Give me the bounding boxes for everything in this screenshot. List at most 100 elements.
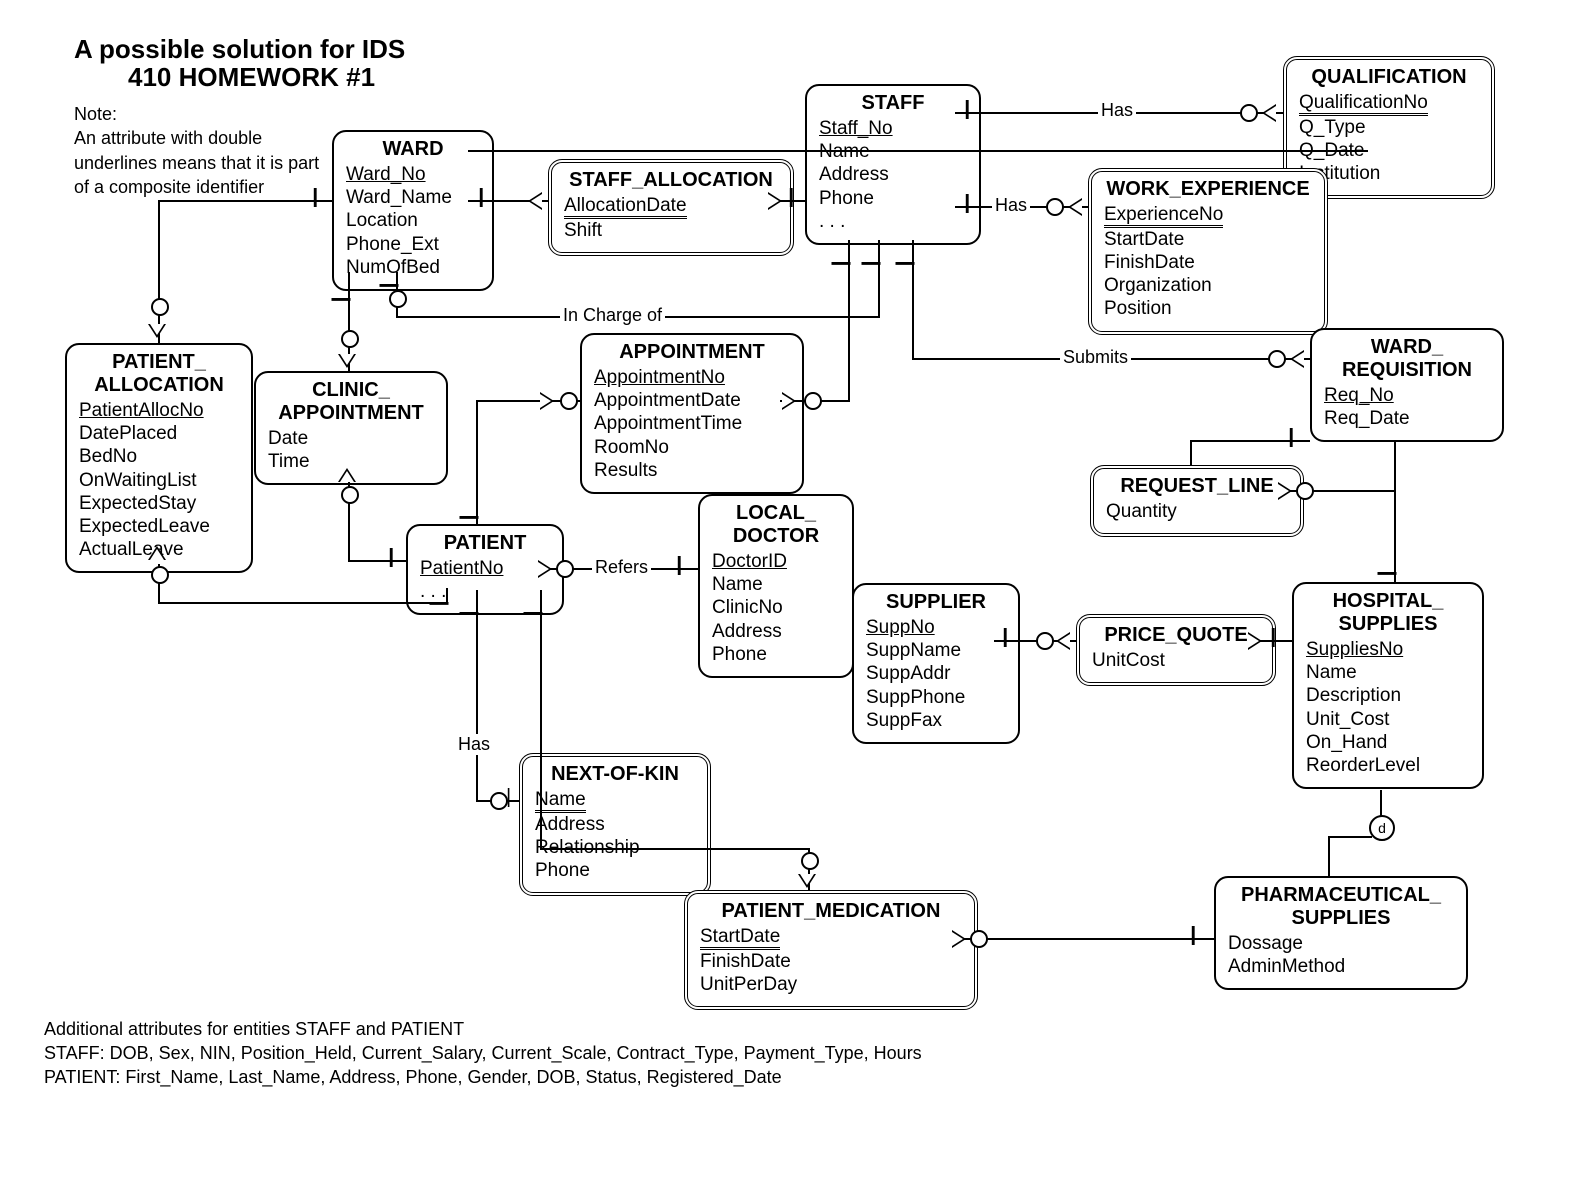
attribute: QualificationNo [1299, 91, 1479, 116]
attribute: Address [535, 813, 695, 836]
entity-appointment: APPOINTMENT AppointmentNoAppointmentDate… [580, 333, 804, 494]
attribute: ExpectedStay [79, 492, 239, 515]
attribute: ExpectedLeave [79, 515, 239, 538]
optional-icon [341, 486, 359, 504]
optional-icon [1046, 198, 1064, 216]
attribute: Dossage [1228, 932, 1454, 955]
attribute: Location [346, 209, 480, 232]
entity-title: WARD [346, 138, 480, 161]
entity-title: LOCAL_ DOCTOR [712, 502, 840, 548]
entity-attrs: DoctorIDNameClinicNoAddressPhone [712, 550, 840, 666]
crowfoot-icon [798, 874, 816, 888]
entity-ward: WARD Ward_NoWard_NameLocationPhone_ExtNu… [332, 130, 494, 291]
attribute: SuppNo [866, 616, 1006, 639]
entity-title: PATIENT_MEDICATION [700, 900, 962, 923]
footer-line-1: Additional attributes for entities STAFF… [44, 1016, 464, 1042]
rel-label-submits: Submits [1060, 347, 1131, 368]
attribute: StartDate [700, 925, 962, 950]
card-mark: || [860, 260, 883, 262]
card-mark: || [378, 282, 401, 284]
entity-attrs: Req_NoReq_Date [1324, 384, 1490, 430]
entity-attrs: ExperienceNoStartDateFinishDateOrganizat… [1104, 203, 1312, 321]
entity-patient-allocation: PATIENT_ ALLOCATION PatientAllocNoDatePl… [65, 343, 253, 573]
entity-staff: STAFF Staff_NoNameAddressPhone. . . [805, 84, 981, 245]
title-line-1: A possible solution for IDS [74, 34, 405, 65]
entity-title: PATIENT_ ALLOCATION [79, 351, 239, 397]
attribute: Position [1104, 297, 1312, 320]
attribute: BedNo [79, 445, 239, 468]
crowfoot-icon [1056, 632, 1070, 650]
attribute: UnitCost [1092, 649, 1260, 672]
entity-title: HOSPITAL_ SUPPLIES [1306, 590, 1470, 636]
card-mark: || [312, 186, 314, 209]
crowfoot-icon [1248, 632, 1262, 650]
attribute: Phone_Ext [346, 233, 480, 256]
entity-attrs: SuppliesNoNameDescriptionUnit_CostOn_Han… [1306, 638, 1470, 777]
attribute: Req_Date [1324, 407, 1490, 430]
attribute: Address [819, 163, 967, 186]
crowfoot-icon [1290, 350, 1304, 368]
optional-icon [801, 852, 819, 870]
entity-title: PATIENT [420, 532, 550, 555]
optional-icon [970, 930, 988, 948]
attribute: Ward_No [346, 163, 480, 186]
optional-icon [151, 298, 169, 316]
optional-icon [151, 566, 169, 584]
edge-req-line-h1 [1190, 440, 1310, 442]
attribute: Address [712, 620, 840, 643]
attribute: Phone [535, 859, 695, 882]
entity-attrs: UnitCost [1092, 649, 1260, 672]
entity-price-quote: PRICE_QUOTE UnitCost [1076, 614, 1276, 686]
edge-disj-pharm [1328, 836, 1330, 876]
attribute: PatientAllocNo [79, 399, 239, 422]
entity-title: QUALIFICATION [1299, 66, 1479, 89]
attribute: SuppliesNo [1306, 638, 1470, 661]
attribute: OnWaitingList [79, 469, 239, 492]
attribute: AppointmentNo [594, 366, 790, 389]
entity-title: WARD_ REQUISITION [1324, 336, 1490, 382]
card-mark: || [1002, 626, 1004, 649]
attribute: Name [535, 788, 695, 813]
attribute: Q_Type [1299, 116, 1479, 139]
card-mark: || [522, 610, 545, 612]
card-mark: || [428, 600, 451, 602]
attribute: Ward_Name [346, 186, 480, 209]
edge-patalloc-patient-h [158, 602, 448, 604]
entity-supplier: SUPPLIER SuppNoSuppNameSuppAddrSuppPhone… [852, 583, 1020, 744]
optional-icon [1240, 104, 1258, 122]
card-mark: || [1376, 570, 1399, 572]
crowfoot-icon [1278, 482, 1292, 500]
crowfoot-icon [782, 392, 796, 410]
attribute: Phone [712, 643, 840, 666]
edge-disj-pharm-h [1328, 836, 1372, 838]
footer-line-3: PATIENT: First_Name, Last_Name, Address,… [44, 1064, 782, 1090]
optional-icon [1296, 482, 1314, 500]
entity-title: REQUEST_LINE [1106, 475, 1288, 498]
entity-attrs: QualificationNoQ_TypeQ_DateInstitution [1299, 91, 1479, 185]
attribute: Description [1306, 684, 1470, 707]
attribute: Quantity [1106, 500, 1288, 523]
attribute: . . . [819, 210, 967, 233]
entity-hospital-supplies: HOSPITAL_ SUPPLIES SuppliesNoNameDescrip… [1292, 582, 1484, 789]
crowfoot-icon [538, 560, 552, 578]
entity-patient-medication: PATIENT_MEDICATION StartDateFinishDateUn… [684, 890, 978, 1010]
entity-title: WORK_EXPERIENCE [1104, 178, 1312, 201]
attribute: SuppAddr [866, 662, 1006, 685]
entity-ward-requisition: WARD_ REQUISITION Req_NoReq_Date [1310, 328, 1504, 442]
entity-title: STAFF [819, 92, 967, 115]
crowfoot-icon [952, 930, 966, 948]
attribute: Results [594, 459, 790, 482]
card-mark: || [964, 192, 966, 215]
card-mark: || [1190, 924, 1192, 947]
attribute: Name [712, 573, 840, 596]
attribute: RoomNo [594, 436, 790, 459]
entity-staff-allocation: STAFF_ALLOCATION AllocationDateShift [548, 159, 794, 256]
attribute: FinishDate [700, 950, 962, 973]
entity-attrs: Staff_NoNameAddressPhone. . . [819, 117, 967, 233]
entity-attrs: Ward_NoWard_NameLocationPhone_ExtNumOfBe… [346, 163, 480, 279]
edge-req-line-v2 [1394, 440, 1396, 582]
entity-title: PHARMACEUTICAL_ SUPPLIES [1228, 884, 1454, 930]
attribute: UnitPerDay [700, 973, 962, 996]
rel-label-has: Has [455, 734, 493, 755]
card-mark: || [788, 186, 790, 209]
